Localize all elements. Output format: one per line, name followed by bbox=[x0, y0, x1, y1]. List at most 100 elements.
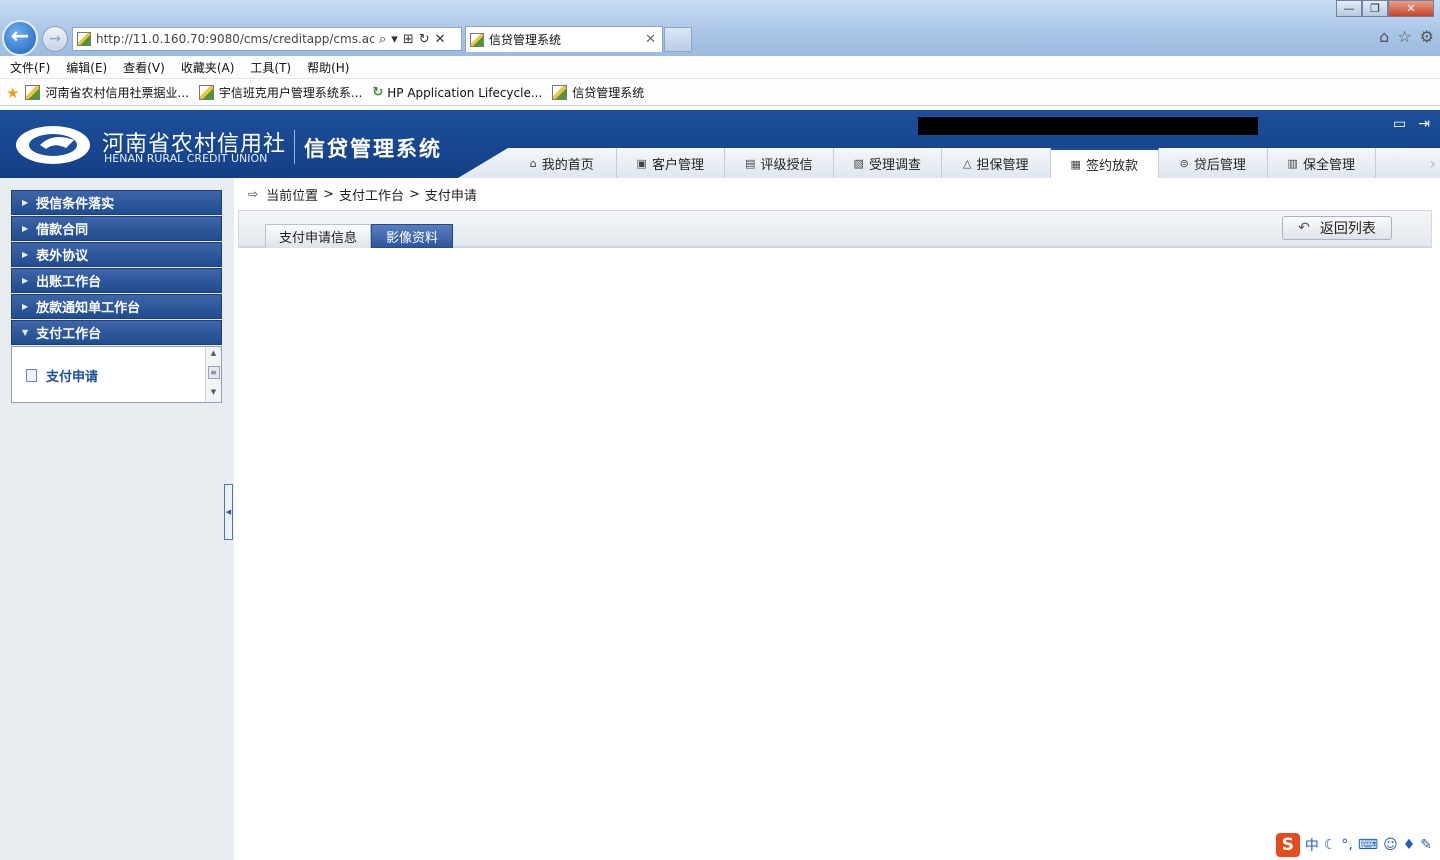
subpanel-scrollbar[interactable]: ▲ ≡ ▼ bbox=[205, 347, 221, 402]
nav-tab-rating[interactable]: ▤ 评级授信 bbox=[725, 148, 834, 178]
menu-tools[interactable]: 工具(T) bbox=[250, 59, 291, 76]
sidebar-item-loan-notice-desk[interactable]: ▶ 放款通知单工作台 bbox=[11, 294, 222, 319]
nav-tab-contract[interactable]: ▦ 签约放款 bbox=[1050, 148, 1159, 178]
dropdown-icon[interactable]: ▾ bbox=[391, 32, 398, 47]
breadcrumb-prefix: 当前位置 bbox=[266, 188, 319, 204]
gear-icon[interactable]: ⚙ bbox=[1420, 27, 1434, 46]
breadcrumb-separator: > bbox=[323, 186, 334, 202]
tab-page-icon bbox=[470, 32, 484, 47]
content-area bbox=[234, 250, 1440, 860]
punctuation-icon[interactable]: °, bbox=[1341, 837, 1352, 853]
sidebar-item-disbursement-desk[interactable]: ▶ 出账工作台 bbox=[11, 268, 222, 293]
address-url[interactable]: http://11.0.160.70:9080/cms/creditapp/cm… bbox=[96, 32, 374, 46]
favorite-label: HP Application Lifecycle... bbox=[387, 85, 543, 100]
menu-edit[interactable]: 编辑(E) bbox=[66, 59, 107, 76]
sidebar-item-credit-conditions[interactable]: ▶ 授信条件落实 bbox=[11, 190, 222, 215]
new-tab-button[interactable] bbox=[664, 27, 692, 52]
favorites-star-icon[interactable]: ★ bbox=[6, 84, 19, 102]
return-list-button[interactable]: ↶ 返回列表 bbox=[1282, 216, 1392, 240]
nav-tab-survey[interactable]: ▧ 受理调查 bbox=[834, 148, 942, 178]
search-icon[interactable]: ⌕ bbox=[379, 32, 386, 47]
restore-button[interactable]: ❐ bbox=[1362, 0, 1388, 17]
tab-payment-info[interactable]: 支付申请信息 bbox=[265, 224, 371, 248]
refresh-icon[interactable]: ↻ bbox=[419, 32, 430, 47]
menu-view[interactable]: 查看(V) bbox=[123, 59, 165, 76]
moon-icon[interactable]: ☾ bbox=[1324, 837, 1337, 853]
scroll-up-icon[interactable]: ▲ bbox=[206, 347, 221, 359]
wrench-icon[interactable]: ✎ bbox=[1420, 837, 1432, 853]
brand-name-en: HENAN RURAL CREDIT UNION bbox=[104, 152, 268, 165]
favorite-link[interactable]: ↻ HP Application Lifecycle... bbox=[372, 85, 542, 100]
forward-button[interactable]: → bbox=[42, 26, 68, 52]
tab-image-materials[interactable]: 影像资料 bbox=[371, 224, 453, 248]
ime-mode[interactable]: 中 bbox=[1305, 835, 1319, 855]
nav-tab-label: 签约放款 bbox=[1085, 158, 1138, 174]
nav-scroll-right-icon[interactable]: › bbox=[1430, 154, 1436, 173]
nav-tab-guarantee[interactable]: △ 担保管理 bbox=[942, 148, 1051, 178]
sidebar-item-payment-desk[interactable]: ▼ 支付工作台 bbox=[11, 320, 222, 345]
sidebar-item-loan-contract[interactable]: ▶ 借款合同 bbox=[11, 216, 222, 241]
tab-close-icon[interactable]: ✕ bbox=[645, 32, 656, 47]
sidebar-collapse-handle[interactable]: ◀ bbox=[224, 484, 233, 540]
page-icon bbox=[552, 85, 568, 100]
breadcrumb-item: 支付申请 bbox=[424, 188, 477, 204]
contract-icon: ▦ bbox=[1070, 157, 1081, 171]
sidebar-item-label: 授信条件落实 bbox=[36, 197, 115, 212]
home-icon[interactable]: ⌂ bbox=[1379, 27, 1389, 46]
favorites-star-icon[interactable]: ☆ bbox=[1397, 27, 1411, 46]
breadcrumb-separator: > bbox=[409, 186, 420, 202]
menu-bar: 文件(F) 编辑(E) 查看(V) 收藏夹(A) 工具(T) 帮助(H) bbox=[0, 56, 1440, 79]
minimize-button[interactable]: — bbox=[1336, 0, 1362, 17]
nav-tab-preservation[interactable]: ▥ 保全管理 bbox=[1268, 148, 1376, 178]
nav-tab-label: 贷后管理 bbox=[1193, 157, 1246, 173]
credit-union-logo bbox=[16, 126, 90, 164]
sidebar-item-label: 支付工作台 bbox=[36, 327, 102, 342]
nav-tab-customer[interactable]: ▣ 客户管理 bbox=[617, 148, 725, 178]
menu-help[interactable]: 帮助(H) bbox=[307, 59, 349, 76]
compat-view-icon[interactable]: ⊞ bbox=[403, 32, 414, 47]
rating-icon: ▤ bbox=[745, 156, 756, 170]
favorite-link[interactable]: 信贷管理系统 bbox=[552, 84, 644, 101]
browser-chrome: ← → http://11.0.160.70:9080/cms/creditap… bbox=[0, 0, 1440, 56]
keyboard-icon[interactable]: ⌨ bbox=[1358, 837, 1378, 853]
stop-icon[interactable]: ✕ bbox=[435, 32, 446, 47]
menu-favorites[interactable]: 收藏夹(A) bbox=[181, 59, 235, 76]
ime-toolbar: S 中 ☾ °, ⌨ ☺ ♦ ✎ bbox=[1271, 832, 1436, 858]
sidebar-item-label: 表外协议 bbox=[36, 249, 89, 264]
nav-tab-post-loan[interactable]: ⊜ 贷后管理 bbox=[1159, 148, 1268, 178]
survey-icon: ▧ bbox=[853, 156, 864, 170]
back-button[interactable]: ← bbox=[2, 20, 38, 56]
document-icon bbox=[26, 369, 37, 382]
browser-tab[interactable]: 信贷管理系统 ✕ bbox=[465, 26, 663, 52]
breadcrumb-item[interactable]: 支付工作台 bbox=[339, 185, 404, 204]
preservation-icon: ▥ bbox=[1287, 156, 1298, 170]
post-loan-icon: ⊜ bbox=[1179, 156, 1189, 170]
scroll-down-icon[interactable]: ▼ bbox=[206, 386, 221, 398]
user-icon[interactable]: ☺ bbox=[1383, 837, 1398, 853]
skin-icon[interactable]: ♦ bbox=[1403, 837, 1416, 853]
sidebar-item-off-balance[interactable]: ▶ 表外协议 bbox=[11, 242, 222, 267]
favorite-link[interactable]: 河南省农村信用社票据业... bbox=[25, 84, 189, 101]
main-nav: ⌂ 我的首页 ▣ 客户管理 ▤ 评级授信 ▧ 受理调查 △ 担保管理 ▦ 签约放款 ⊜ 贷后管… bbox=[508, 148, 1376, 178]
window-controls: — ❐ ✕ bbox=[1336, 0, 1434, 18]
ie-page-icon bbox=[25, 85, 41, 100]
favorite-label: 河南省农村信用社票据业... bbox=[45, 86, 189, 100]
sidebar: ▶ 授信条件落实 ▶ 借款合同 ▶ 表外协议 ▶ 出账工作台 ▶ 放款通知单工作台 ▼ 支付… bbox=[0, 178, 234, 860]
nav-tab-home[interactable]: ⌂ 我的首页 bbox=[508, 148, 617, 178]
logout-icon[interactable]: ⇥ bbox=[1418, 116, 1430, 132]
address-bar[interactable]: http://11.0.160.70:9080/cms/creditapp/cm… bbox=[72, 27, 462, 51]
ime-logo[interactable]: S bbox=[1275, 833, 1300, 857]
caret-down-icon: ▼ bbox=[22, 328, 29, 337]
page-icon bbox=[77, 32, 91, 46]
favorite-link[interactable]: 宇信班克用户管理系统系... bbox=[198, 84, 362, 101]
sidebar-subitem-payment-apply[interactable]: 支付申请 bbox=[26, 366, 98, 385]
nav-tab-label: 受理调查 bbox=[868, 157, 921, 173]
customer-icon: ▣ bbox=[636, 156, 647, 170]
sidebar-item-label: 借款合同 bbox=[36, 223, 89, 238]
refresh-page-icon: ↻ bbox=[372, 85, 384, 100]
menu-file[interactable]: 文件(F) bbox=[10, 59, 50, 76]
close-window-button[interactable]: ✕ bbox=[1388, 0, 1434, 17]
brand-divider bbox=[294, 130, 295, 164]
scroll-thumb[interactable]: ≡ bbox=[207, 366, 220, 379]
monitor-icon[interactable]: ▭ bbox=[1393, 116, 1406, 132]
